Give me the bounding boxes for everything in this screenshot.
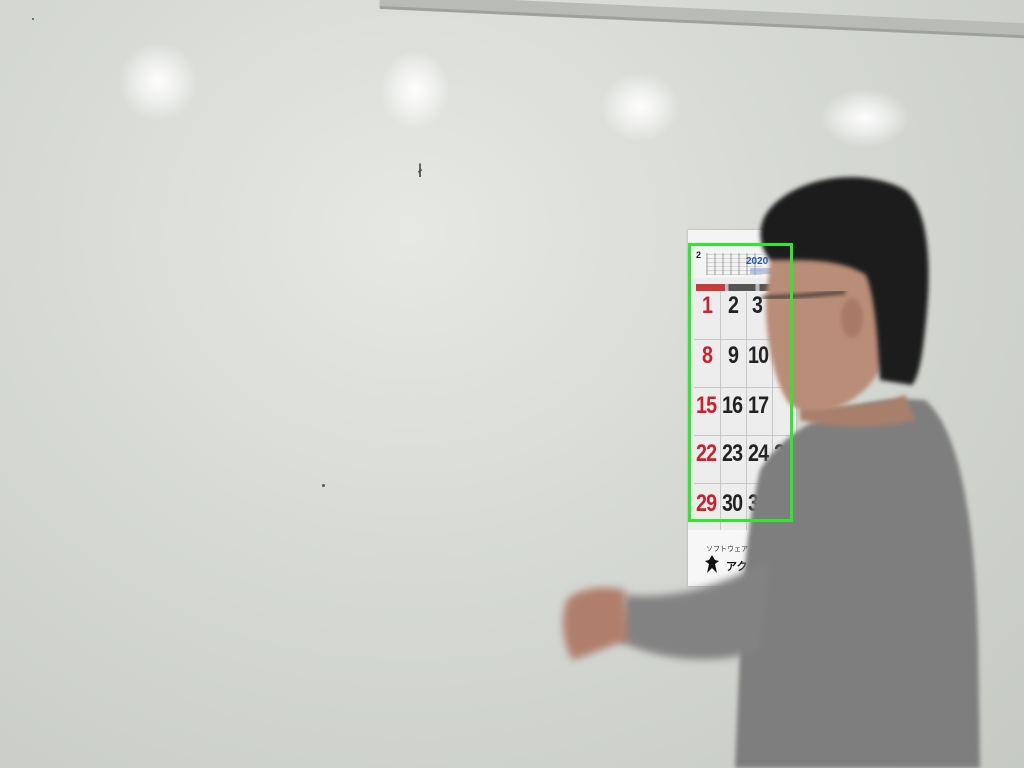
person-ear	[841, 298, 863, 338]
detection-bounding-box	[688, 243, 793, 522]
person-arm	[618, 560, 770, 660]
person	[563, 177, 980, 768]
person-hand	[563, 587, 628, 660]
photo-scene: ł 2 2020 1 2 3 8 9 10 15 16 17 22 23 24 …	[0, 0, 1024, 768]
